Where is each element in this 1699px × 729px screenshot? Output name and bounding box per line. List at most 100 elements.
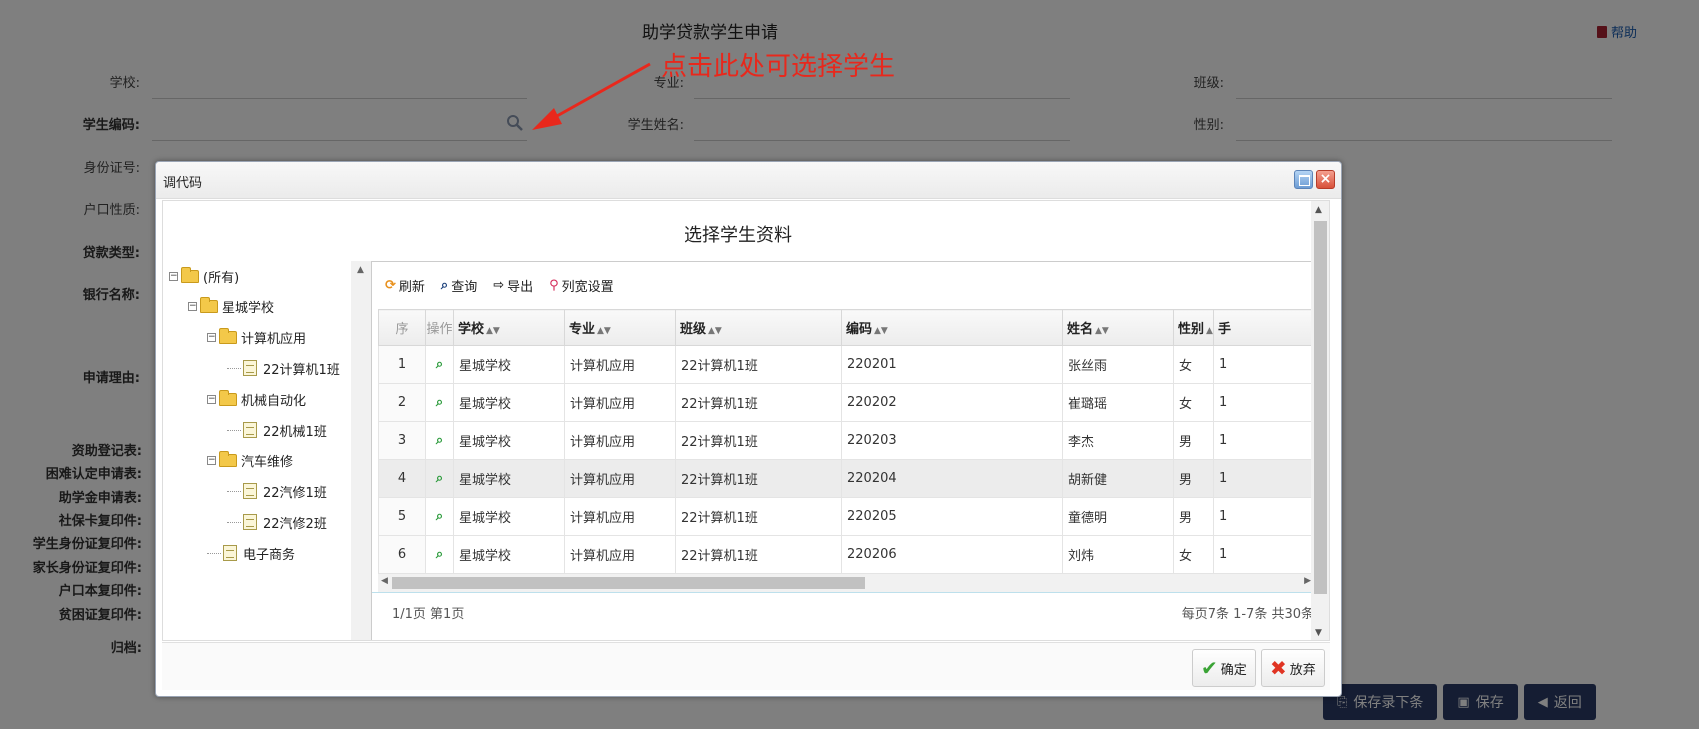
export-button[interactable]: ⇨ 导出 — [493, 276, 533, 295]
cell-phone: 1 — [1213, 345, 1314, 384]
cell-class: 22计算机1班 — [675, 535, 842, 574]
cell-phone: 1 — [1213, 421, 1314, 460]
cell-code: 220203 — [841, 421, 1063, 460]
tree-class-label: 22汽修1班 — [263, 485, 327, 501]
col-header-name[interactable]: 姓名 ▲▼ — [1062, 309, 1174, 346]
document-icon — [243, 483, 257, 499]
cell-seq: 1 — [378, 345, 426, 384]
table-row[interactable]: 1 ⌕ 星城学校 计算机应用 22计算机1班 220201 张丝雨女 1 — [378, 345, 1314, 384]
cell-op[interactable]: ⌕ — [425, 535, 454, 574]
cell-class: 22计算机1班 — [675, 345, 842, 384]
cell-major: 计算机应用 — [564, 497, 676, 536]
refresh-label: 刷新 — [398, 279, 425, 295]
collapse-icon[interactable]: − — [188, 301, 197, 311]
cancel-button[interactable]: ✖ 放弃 — [1261, 649, 1325, 687]
column-settings-button[interactable]: ⚲ 列宽设置 — [549, 276, 614, 295]
tree-node-major[interactable]: − 汽车维修 — [207, 449, 293, 471]
table-row[interactable]: 6 ⌕ 星城学校 计算机应用 22计算机1班 220206 刘炜女 1 — [378, 535, 1314, 574]
tree-node-class[interactable]: 22计算机1班 — [227, 357, 340, 379]
col-header-label: 专业 — [569, 322, 596, 337]
cell-seq: 5 — [378, 497, 426, 536]
table-row[interactable]: 2 ⌕ 星城学校 计算机应用 22计算机1班 220202 崔璐瑶女 1 — [378, 383, 1314, 422]
dialog-scrollbar[interactable]: ▲ ▼ — [1311, 201, 1329, 640]
cell-op[interactable]: ⌕ — [425, 345, 454, 384]
annotation-arrow — [532, 62, 651, 130]
col-header-school[interactable]: 学校 ▲▼ — [453, 309, 565, 346]
collapse-icon[interactable]: − — [207, 332, 216, 342]
tree-node-class[interactable]: 22汽修1班 — [227, 480, 327, 502]
cell-name: 崔璐瑶 — [1062, 383, 1174, 422]
column-settings-label: 列宽设置 — [561, 279, 614, 295]
view-icon[interactable]: ⌕ — [436, 471, 443, 486]
cell-school: 星城学校 — [453, 535, 565, 574]
cell-gender: 男 — [1173, 421, 1214, 460]
cell-phone: 1 — [1213, 383, 1314, 422]
cell-class: 22计算机1班 — [675, 459, 842, 498]
cell-op[interactable]: ⌕ — [425, 421, 454, 460]
cell-major: 计算机应用 — [564, 421, 676, 460]
view-icon[interactable]: ⌕ — [436, 509, 443, 524]
table-row[interactable]: 5 ⌕ 星城学校 计算机应用 22计算机1班 220205 童德明男 1 — [378, 497, 1314, 536]
col-header-label: 学校 — [458, 322, 485, 337]
confirm-button[interactable]: ✔ 确定 — [1192, 649, 1256, 687]
cell-op[interactable]: ⌕ — [425, 459, 454, 498]
pager: 1/1页 第1页 每页7条 1-7条 共30条 — [372, 592, 1314, 640]
folder-icon — [181, 266, 199, 283]
tree-class-label: 22机械1班 — [263, 424, 327, 440]
tree-node-major[interactable]: 电子商务 — [207, 542, 295, 564]
query-button[interactable]: ⌕ 查询 — [441, 276, 477, 295]
tree-node-major[interactable]: − 机械自动化 — [207, 388, 306, 410]
tree-node-major[interactable]: − 计算机应用 — [207, 326, 306, 348]
export-icon: ⇨ — [493, 277, 505, 293]
close-icon[interactable]: × — [1316, 170, 1335, 189]
refresh-button[interactable]: ⟳ 刷新 — [385, 276, 425, 295]
sort-icon: ▲▼ — [486, 326, 500, 336]
cell-code: 220201 — [841, 345, 1063, 384]
maximize-icon[interactable] — [1294, 170, 1313, 189]
collapse-icon[interactable]: − — [207, 394, 216, 404]
col-header-label: 性别 — [1178, 322, 1205, 337]
col-header-code[interactable]: 编码 ▲▼ — [841, 309, 1063, 346]
cell-class: 22计算机1班 — [675, 497, 842, 536]
document-icon — [223, 545, 237, 561]
col-header-label: 姓名 — [1067, 322, 1094, 337]
dialog-header: 调代码 × — [156, 162, 1341, 199]
cell-seq: 2 — [378, 383, 426, 422]
view-icon[interactable]: ⌕ — [436, 357, 443, 372]
document-icon — [243, 514, 257, 530]
confirm-label: 确定 — [1220, 662, 1247, 678]
tree-node-class[interactable]: 22机械1班 — [227, 419, 327, 441]
cell-gender: 男 — [1173, 459, 1214, 498]
collapse-icon[interactable]: − — [207, 455, 216, 465]
col-header-phone[interactable]: 手 — [1213, 309, 1314, 346]
view-icon[interactable]: ⌕ — [436, 433, 443, 448]
check-icon: ✔ — [1201, 656, 1218, 680]
dialog-title: 调代码 — [163, 176, 203, 191]
cell-school: 星城学校 — [453, 383, 565, 422]
col-header-class[interactable]: 班级 ▲▼ — [675, 309, 842, 346]
tree-node-school[interactable]: − 星城学校 — [188, 295, 274, 317]
sort-icon: ▲▼ — [597, 326, 611, 336]
refresh-icon: ⟳ — [385, 277, 396, 293]
view-icon[interactable]: ⌕ — [436, 547, 443, 562]
tree-scrollbar[interactable]: ▲ — [351, 261, 371, 640]
cell-name: 张丝雨 — [1062, 345, 1174, 384]
cell-op[interactable]: ⌕ — [425, 383, 454, 422]
pin-icon: ⚲ — [549, 277, 559, 293]
col-header-gender[interactable]: 性别 ▲ — [1173, 309, 1214, 346]
table-row[interactable]: 4 ⌕ 星城学校 计算机应用 22计算机1班 220204 胡新健男 1 — [378, 459, 1314, 498]
cell-code: 220205 — [841, 497, 1063, 536]
cell-school: 星城学校 — [453, 421, 565, 460]
grid-viewport: 序 操作 学校 ▲▼ 专业 ▲▼ 班级 ▲▼ 编码 ▲▼ 姓名 ▲▼ 性别 ▲ 手 1 ⌕ 星城… — [372, 309, 1314, 574]
tree-node-root[interactable]: − (所有) — [169, 265, 239, 287]
table-row[interactable]: 3 ⌕ 星城学校 计算机应用 22计算机1班 220203 李杰男 1 — [378, 421, 1314, 460]
tree-node-class[interactable]: 22汽修2班 — [227, 511, 327, 533]
sort-icon: ▲ — [1206, 326, 1213, 336]
col-header-major[interactable]: 专业 ▲▼ — [564, 309, 676, 346]
collapse-icon[interactable]: − — [169, 271, 178, 281]
view-icon[interactable]: ⌕ — [436, 395, 443, 410]
cell-name: 李杰 — [1062, 421, 1174, 460]
cell-class: 22计算机1班 — [675, 421, 842, 460]
cell-op[interactable]: ⌕ — [425, 497, 454, 536]
horizontal-scrollbar[interactable]: ◀ ▶ — [378, 574, 1314, 592]
